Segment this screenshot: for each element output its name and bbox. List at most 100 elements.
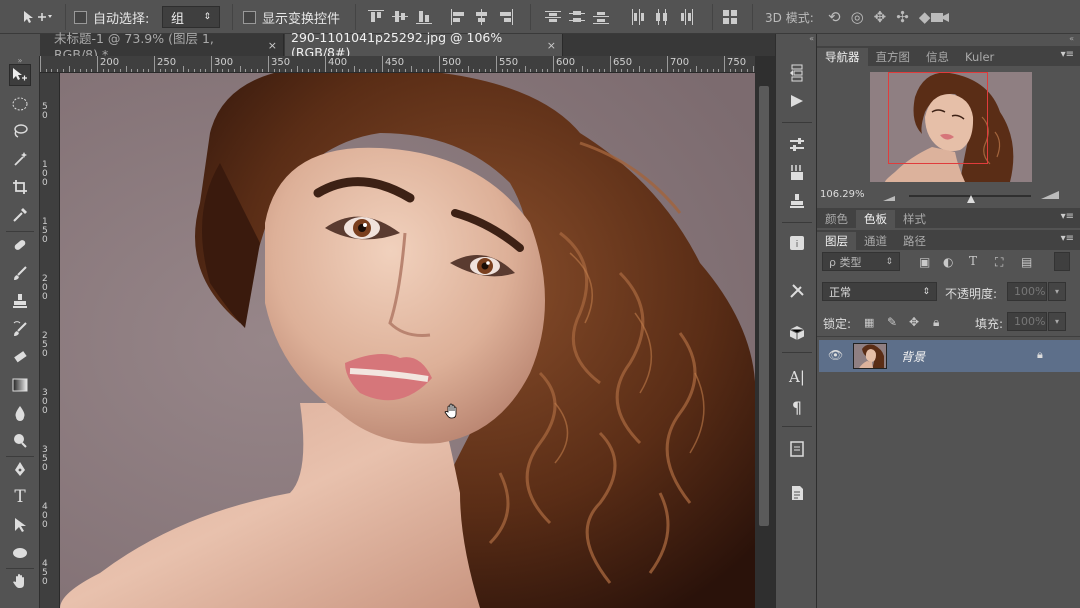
path-selection-tool-icon[interactable] bbox=[9, 514, 31, 536]
notes-panel-icon[interactable] bbox=[786, 438, 808, 460]
collapse-strip-icon[interactable]: « bbox=[776, 34, 818, 44]
history-panel-icon[interactable] bbox=[786, 62, 808, 84]
tab-info[interactable]: 信息 bbox=[918, 48, 957, 66]
lock-position-icon[interactable]: ✥ bbox=[909, 315, 919, 329]
move-tool-preset-icon[interactable] bbox=[22, 0, 52, 34]
layer-comps-panel-icon[interactable] bbox=[786, 482, 808, 504]
healing-brush-tool-icon[interactable] bbox=[9, 234, 31, 256]
tab-color[interactable]: 颜色 bbox=[817, 210, 856, 228]
visibility-eye-icon[interactable]: 👁︎ bbox=[828, 348, 843, 362]
tab-styles[interactable]: 样式 bbox=[895, 210, 934, 228]
tab-channels[interactable]: 通道 bbox=[856, 232, 895, 250]
distribute-top-icon[interactable] bbox=[545, 9, 561, 25]
clone-stamp-tool-icon[interactable] bbox=[9, 290, 31, 312]
blend-mode-dropdown[interactable]: 正常 ⇕ bbox=[822, 282, 937, 301]
3d-panel-icon[interactable] bbox=[786, 322, 808, 344]
filter-shape-icon[interactable]: ⛶ bbox=[995, 255, 1003, 270]
layer-row-background[interactable]: 👁︎ 背景 🔒︎ bbox=[819, 340, 1080, 372]
tab-untitled[interactable]: 未标题-1 @ 73.9% (图层 1, RGB/8) * × bbox=[48, 31, 284, 62]
adjustments-panel-icon[interactable] bbox=[786, 134, 808, 156]
tab-histogram[interactable]: 直方图 bbox=[868, 48, 919, 66]
distribute-right-icon[interactable] bbox=[678, 9, 694, 25]
move-tool-icon[interactable] bbox=[9, 64, 31, 86]
tab-swatches[interactable]: 色板 bbox=[856, 210, 895, 228]
auto-align-icon[interactable] bbox=[722, 9, 738, 25]
align-top-icon[interactable] bbox=[368, 9, 384, 25]
tab-kuler[interactable]: Kuler bbox=[957, 48, 1002, 66]
show-transform-checkbox[interactable] bbox=[243, 10, 256, 24]
distribute-left-icon[interactable] bbox=[630, 9, 646, 25]
navigator-thumbnail[interactable] bbox=[870, 72, 1032, 182]
brush-presets-panel-icon[interactable] bbox=[786, 162, 808, 184]
zoom-in-icon[interactable] bbox=[1041, 188, 1059, 202]
document-canvas[interactable] bbox=[60, 73, 755, 608]
brush-tool-icon[interactable] bbox=[9, 262, 31, 284]
panel-menu-icon[interactable]: ▾≡ bbox=[1061, 233, 1074, 244]
opacity-field[interactable]: 100% bbox=[1007, 282, 1047, 301]
close-icon[interactable]: × bbox=[547, 39, 556, 52]
3d-scale-icon[interactable]: ◆ bbox=[919, 8, 931, 26]
3d-roll-icon[interactable]: ◎ bbox=[851, 8, 864, 26]
distribute-vcenter-icon[interactable] bbox=[569, 9, 585, 25]
filter-adjustment-icon[interactable]: ◐ bbox=[943, 255, 953, 269]
zoom-out-icon[interactable] bbox=[883, 190, 895, 204]
align-left-icon[interactable] bbox=[450, 9, 466, 25]
panel-menu-icon[interactable]: ▾≡ bbox=[1061, 49, 1074, 60]
collapse-panels-icon[interactable]: « bbox=[817, 34, 1080, 44]
history-brush-tool-icon[interactable] bbox=[9, 318, 31, 340]
info-panel-icon[interactable]: i bbox=[786, 232, 808, 254]
close-icon[interactable]: × bbox=[268, 39, 277, 52]
eraser-tool-icon[interactable] bbox=[9, 346, 31, 368]
navigator-view-box[interactable] bbox=[888, 72, 988, 164]
distribute-bottom-icon[interactable] bbox=[593, 9, 609, 25]
lock-transparent-icon[interactable]: ▦ bbox=[864, 316, 874, 329]
tab-layers[interactable]: 图层 bbox=[817, 232, 856, 250]
tab-navigator[interactable]: 导航器 bbox=[817, 48, 868, 66]
type-tool-icon[interactable]: T bbox=[9, 486, 31, 508]
marquee-tool-icon[interactable] bbox=[9, 93, 31, 115]
character-panel-icon[interactable]: A| bbox=[786, 366, 808, 388]
auto-select-dropdown[interactable]: 组 ⇕ bbox=[162, 6, 220, 28]
clone-source-panel-icon[interactable] bbox=[786, 190, 808, 212]
opacity-slider-toggle[interactable]: ▾ bbox=[1048, 282, 1066, 301]
align-vcenter-icon[interactable] bbox=[392, 9, 408, 25]
lock-all-icon[interactable]: 🔒︎ bbox=[933, 315, 939, 330]
crop-tool-icon[interactable] bbox=[9, 176, 31, 198]
actions-panel-icon[interactable] bbox=[786, 90, 808, 112]
tab-paths[interactable]: 路径 bbox=[895, 232, 934, 250]
canvas-scrollbar[interactable] bbox=[755, 56, 775, 608]
lock-image-icon[interactable]: ✎ bbox=[887, 315, 897, 329]
fill-slider-toggle[interactable]: ▾ bbox=[1048, 312, 1066, 331]
ruler-label: 2 0 0 bbox=[42, 274, 48, 302]
tab-active-image[interactable]: 290-1101041p25292.jpg @ 106%(RGB/8#) × bbox=[285, 30, 563, 60]
3d-rotate-icon[interactable]: ⟲ bbox=[828, 8, 841, 26]
pen-tool-icon[interactable] bbox=[9, 458, 31, 480]
paragraph-panel-icon[interactable]: ¶ bbox=[786, 396, 808, 418]
distribute-hcenter-icon[interactable] bbox=[654, 9, 670, 25]
align-hcenter-icon[interactable] bbox=[474, 9, 490, 25]
auto-select-checkbox[interactable] bbox=[74, 10, 87, 24]
zoom-slider-handle[interactable] bbox=[967, 192, 975, 206]
eyedropper-tool-icon[interactable] bbox=[9, 204, 31, 226]
align-right-icon[interactable] bbox=[498, 9, 514, 25]
filter-pixel-icon[interactable]: ▣ bbox=[919, 255, 930, 269]
panel-menu-icon[interactable]: ▾≡ bbox=[1061, 211, 1074, 222]
hand-tool-icon[interactable] bbox=[9, 570, 31, 592]
fill-field[interactable]: 100% bbox=[1007, 312, 1047, 331]
dodge-tool-icon[interactable] bbox=[9, 430, 31, 452]
scrollbar-thumb[interactable] bbox=[759, 86, 769, 526]
blur-tool-icon[interactable] bbox=[9, 402, 31, 424]
ellipse-shape-tool-icon[interactable] bbox=[9, 542, 31, 564]
filter-smart-object-icon[interactable]: ▤ bbox=[1021, 255, 1032, 269]
align-bottom-icon[interactable] bbox=[416, 9, 432, 25]
layer-filter-dropdown[interactable]: ρ 类型 ⇕ bbox=[822, 252, 900, 271]
lasso-tool-icon[interactable] bbox=[9, 120, 31, 142]
tool-presets-panel-icon[interactable] bbox=[786, 280, 808, 302]
filter-toggle[interactable] bbox=[1054, 252, 1070, 271]
magic-wand-tool-icon[interactable] bbox=[9, 148, 31, 170]
3d-camera-icon[interactable] bbox=[930, 0, 950, 34]
filter-type-icon[interactable]: T bbox=[969, 254, 977, 268]
3d-pan-icon[interactable]: ✥ bbox=[874, 8, 887, 26]
gradient-tool-icon[interactable] bbox=[9, 374, 31, 396]
3d-slide-icon[interactable]: ✣ bbox=[896, 8, 909, 26]
